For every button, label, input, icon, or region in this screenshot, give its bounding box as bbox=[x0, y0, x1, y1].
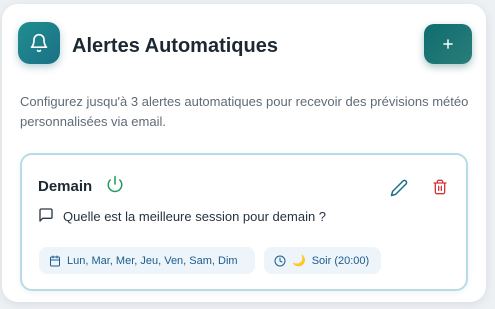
moon-icon: 🌙 bbox=[292, 255, 306, 267]
plus-icon bbox=[443, 39, 453, 49]
alert-message: Quelle est la meilleure session pour dem… bbox=[63, 209, 327, 224]
edit-button[interactable] bbox=[390, 179, 408, 197]
add-alert-button[interactable] bbox=[424, 24, 472, 64]
alert-card: Demain Quelle est la meilleure session p… bbox=[20, 153, 468, 291]
page-title: Alertes Automatiques bbox=[72, 35, 278, 57]
time-label: Soir (20:00) bbox=[311, 254, 370, 267]
time-chip: 🌙 Soir (20:00) bbox=[264, 247, 381, 274]
clock-icon bbox=[274, 255, 286, 267]
alert-name: Demain bbox=[38, 178, 93, 195]
delete-button[interactable] bbox=[432, 179, 448, 195]
alerts-logo bbox=[18, 22, 60, 64]
days-chip: Lun, Mar, Mer, Jeu, Ven, Sam, Dim bbox=[39, 247, 255, 274]
days-label: Lun, Mar, Mer, Jeu, Ven, Sam, Dim bbox=[67, 254, 238, 267]
power-icon[interactable] bbox=[106, 175, 124, 193]
page-description: Configurez jusqu'à 3 alertes automatique… bbox=[20, 94, 469, 129]
calendar-icon bbox=[49, 255, 61, 267]
bell-icon bbox=[30, 33, 48, 53]
message-icon bbox=[39, 208, 53, 222]
alerts-panel: Alertes Automatiques Configurez jusqu'à … bbox=[2, 4, 486, 302]
